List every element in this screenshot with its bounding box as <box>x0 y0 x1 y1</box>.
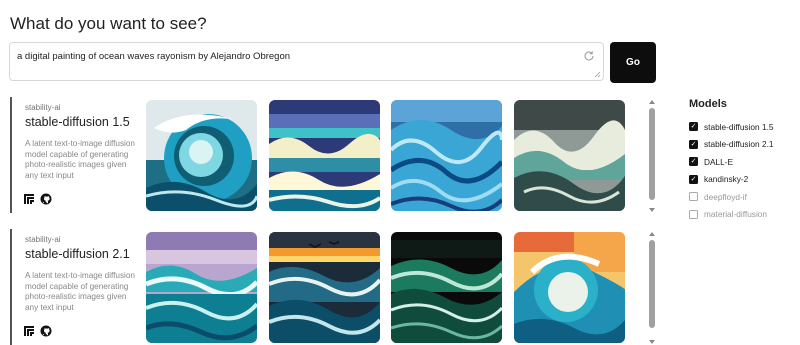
model-org: stability-ai <box>25 103 61 112</box>
scroll-up-arrow-icon[interactable] <box>649 100 655 104</box>
scrollbar[interactable] <box>648 100 656 212</box>
model-option-label: material-diffusion <box>704 209 768 220</box>
model-option[interactable]: DALL-E <box>689 153 799 171</box>
model-checkbox[interactable] <box>689 174 698 184</box>
prompt-input[interactable]: a digital painting of ocean waves rayoni… <box>9 42 604 81</box>
model-option-label: kandinsky-2 <box>704 174 749 185</box>
model-option[interactable]: deepfloyd-if <box>689 188 799 206</box>
scrollbar-thumb[interactable] <box>649 240 655 328</box>
model-description: A latent text-to-image diffusion model c… <box>25 139 135 180</box>
replicate-icon[interactable] <box>23 193 35 205</box>
model-option-label: stable-diffusion 2.1 <box>704 139 774 150</box>
model-option[interactable]: material-diffusion <box>689 206 799 224</box>
model-checkbox[interactable] <box>689 122 698 132</box>
model-option-label: DALL-E <box>704 156 734 167</box>
model-checkbox[interactable] <box>689 139 698 149</box>
scrollbar-thumb[interactable] <box>649 108 655 200</box>
model-option[interactable]: stable-diffusion 2.1 <box>689 136 799 154</box>
generated-image[interactable] <box>269 100 380 211</box>
generated-image[interactable] <box>146 232 257 343</box>
model-checkbox[interactable] <box>689 192 698 202</box>
model-option[interactable]: kandinsky-2 <box>689 171 799 189</box>
model-name: stable-diffusion 1.5 <box>25 115 130 129</box>
go-button[interactable]: Go <box>610 42 656 83</box>
page-heading: What do you want to see? <box>10 14 207 33</box>
generated-image[interactable] <box>514 232 625 343</box>
model-option-label: deepfloyd-if <box>704 191 747 202</box>
generated-image[interactable] <box>269 232 380 343</box>
github-icon[interactable] <box>40 193 52 205</box>
scroll-up-arrow-icon[interactable] <box>649 232 655 236</box>
model-option-label: stable-diffusion 1.5 <box>704 121 774 132</box>
scrollbar[interactable] <box>648 232 656 344</box>
prompt-text[interactable]: a digital painting of ocean waves rayoni… <box>17 51 290 62</box>
scroll-down-arrow-icon[interactable] <box>649 208 655 212</box>
model-row: stability-ai stable-diffusion 2.1 A late… <box>10 229 630 345</box>
models-panel: Models stable-diffusion 1.5 stable-diffus… <box>689 98 799 223</box>
model-checkbox[interactable] <box>689 157 698 167</box>
generated-image[interactable] <box>391 100 502 211</box>
model-name: stable-diffusion 2.1 <box>25 247 130 261</box>
model-option[interactable]: stable-diffusion 1.5 <box>689 118 799 136</box>
generated-image[interactable] <box>391 232 502 343</box>
model-description: A latent text-to-image diffusion model c… <box>25 271 135 312</box>
replicate-icon[interactable] <box>23 325 35 337</box>
generated-image[interactable] <box>146 100 257 211</box>
github-icon[interactable] <box>40 325 52 337</box>
scroll-down-arrow-icon[interactable] <box>649 340 655 344</box>
models-title: Models <box>689 98 727 110</box>
model-org: stability-ai <box>25 235 61 244</box>
model-checkbox[interactable] <box>689 209 698 219</box>
model-row: stability-ai stable-diffusion 1.5 A late… <box>10 97 630 217</box>
resize-handle-icon[interactable] <box>594 71 601 78</box>
refresh-icon[interactable] <box>583 50 595 62</box>
generated-image[interactable] <box>514 100 625 211</box>
